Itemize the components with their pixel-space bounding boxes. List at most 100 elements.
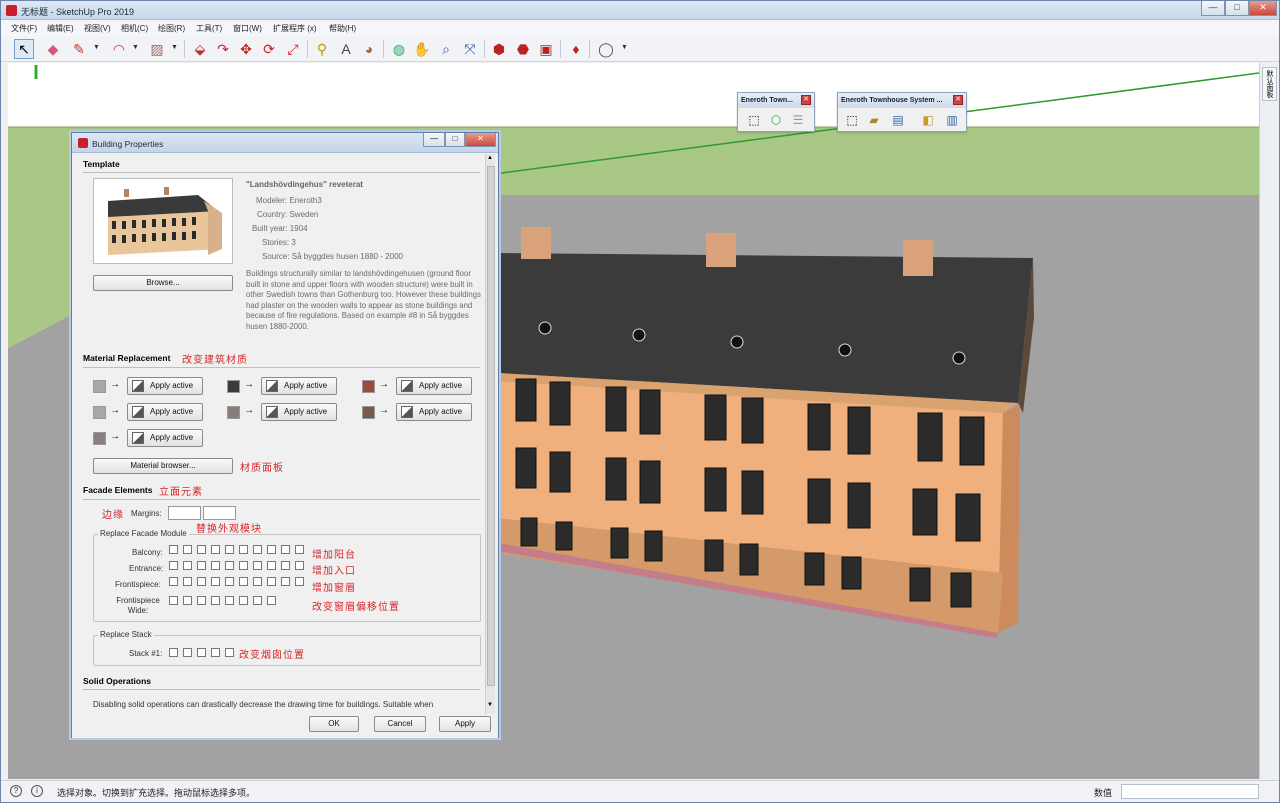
close-icon[interactable]: ✕ — [953, 95, 963, 105]
paint-bucket-icon[interactable]: ◕ — [359, 39, 379, 59]
facade-module-checkbox[interactable] — [197, 545, 206, 554]
facade-module-checkbox[interactable] — [183, 545, 192, 554]
facade-module-checkbox[interactable] — [239, 577, 248, 586]
measurements-input[interactable] — [1121, 784, 1259, 799]
green-cube-icon[interactable]: ⬡ — [768, 113, 784, 129]
facade-module-checkbox[interactable] — [281, 545, 290, 554]
menu-extensions[interactable]: 扩展程序 (x) — [273, 23, 317, 34]
stack-icon[interactable]: ◧ — [920, 113, 936, 129]
stack-checkbox[interactable] — [183, 648, 192, 657]
stack-checkbox[interactable] — [225, 648, 234, 657]
close-icon[interactable]: ✕ — [801, 95, 811, 105]
facade-module-checkbox[interactable] — [295, 577, 304, 586]
menu-draw[interactable]: 绘图(R) — [158, 23, 185, 34]
facade-module-checkbox[interactable] — [253, 545, 262, 554]
apply-active-button-6[interactable]: Apply active — [396, 403, 472, 421]
help-icon[interactable]: ? — [10, 785, 22, 797]
menu-help[interactable]: 帮助(H) — [329, 23, 356, 34]
facade-module-checkbox[interactable] — [197, 561, 206, 570]
facade-module-checkbox[interactable] — [267, 577, 276, 586]
apply-active-button-2[interactable]: Apply active — [261, 377, 337, 395]
arc-dropdown-icon[interactable]: ▼ — [132, 44, 139, 51]
extension-warehouse-icon[interactable]: ⬣ — [513, 39, 533, 59]
rectangle-dropdown-icon[interactable]: ▼ — [171, 44, 178, 51]
text-icon[interactable]: A — [336, 39, 356, 59]
facade-module-checkbox[interactable] — [239, 596, 248, 605]
panel-icon[interactable]: ▥ — [944, 113, 960, 129]
close-button[interactable]: ✕ — [1249, 1, 1277, 16]
facade-module-checkbox[interactable] — [267, 561, 276, 570]
dialog-scrollbar[interactable]: ▲ ▼ — [485, 154, 495, 714]
facade-module-checkbox[interactable] — [169, 577, 178, 586]
building-icon[interactable]: ⬚ — [746, 113, 762, 129]
info-icon[interactable]: i — [31, 785, 43, 797]
push-pull-icon[interactable]: ⬙ — [190, 39, 210, 59]
rotate-icon[interactable]: ⟳ — [259, 39, 279, 59]
facade-module-checkbox[interactable] — [239, 545, 248, 554]
facade-module-checkbox[interactable] — [267, 545, 276, 554]
apply-active-button-7[interactable]: Apply active — [127, 429, 203, 447]
menu-edit[interactable]: 编辑(E) — [47, 23, 74, 34]
building-icon[interactable]: ⬚ — [844, 113, 860, 129]
menu-tools[interactable]: 工具(T) — [196, 23, 222, 34]
zoom-icon[interactable]: ⌕ — [436, 39, 456, 59]
facade-module-checkbox[interactable] — [183, 561, 192, 570]
maximize-button[interactable]: □ — [1225, 1, 1249, 16]
eraser-icon[interactable]: ◆ — [43, 39, 63, 59]
rectangle-icon[interactable]: ▨ — [147, 39, 167, 59]
facade-module-checkbox[interactable] — [169, 545, 178, 554]
apply-active-button-4[interactable]: Apply active — [127, 403, 203, 421]
tape-measure-icon[interactable]: ⚲ — [312, 39, 332, 59]
facade-module-checkbox[interactable] — [281, 561, 290, 570]
account-dropdown-icon[interactable]: ▼ — [621, 44, 628, 51]
facade-module-checkbox[interactable] — [225, 577, 234, 586]
pencil-dropdown-icon[interactable]: ▼ — [93, 44, 100, 51]
ok-button[interactable]: OK — [309, 716, 359, 732]
facade-module-checkbox[interactable] — [253, 577, 262, 586]
move-icon[interactable]: ✥ — [236, 39, 256, 59]
facade-module-checkbox[interactable] — [169, 561, 178, 570]
layers-icon[interactable]: ☰ — [790, 113, 806, 129]
arc-icon[interactable]: ◠ — [109, 39, 129, 59]
warehouse-icon[interactable]: ⬢ — [489, 39, 509, 59]
margin-left-input[interactable] — [168, 506, 201, 520]
dialog-minimize-button[interactable]: — — [423, 133, 445, 147]
facade-module-checkbox[interactable] — [183, 577, 192, 586]
minimize-button[interactable]: — — [1201, 1, 1225, 16]
scale-icon[interactable]: ⤢ — [283, 39, 303, 59]
stack-checkbox[interactable] — [197, 648, 206, 657]
scroll-up-icon[interactable]: ▲ — [487, 155, 493, 161]
pan-icon[interactable]: ✋ — [412, 39, 432, 59]
facade-module-checkbox[interactable] — [169, 596, 178, 605]
select-icon[interactable]: ↖ — [14, 39, 34, 59]
facade-module-checkbox[interactable] — [211, 577, 220, 586]
facade-module-checkbox[interactable] — [295, 545, 304, 554]
facade-module-checkbox[interactable] — [211, 545, 220, 554]
menu-view[interactable]: 视图(V) — [84, 23, 111, 34]
facade-module-checkbox[interactable] — [225, 561, 234, 570]
margin-right-input[interactable] — [203, 506, 236, 520]
orbit-icon[interactable]: ◍ — [389, 39, 409, 59]
menu-camera[interactable]: 相机(C) — [121, 23, 148, 34]
facade-module-checkbox[interactable] — [267, 596, 276, 605]
folder-icon[interactable]: ▰ — [866, 113, 882, 129]
follow-me-icon[interactable]: ↷ — [213, 39, 233, 59]
browse-button[interactable]: Browse... — [93, 275, 233, 291]
facade-module-checkbox[interactable] — [197, 577, 206, 586]
layout-icon[interactable]: ▣ — [536, 39, 556, 59]
facade-module-checkbox[interactable] — [225, 596, 234, 605]
facade-module-checkbox[interactable] — [253, 561, 262, 570]
stack-checkbox[interactable] — [211, 648, 220, 657]
scroll-down-icon[interactable]: ▼ — [487, 702, 493, 708]
apply-active-button-3[interactable]: Apply active — [396, 377, 472, 395]
pencil-icon[interactable]: ✎ — [69, 39, 89, 59]
material-browser-button[interactable]: Material browser... — [93, 458, 233, 474]
scroll-thumb[interactable] — [487, 166, 495, 686]
menu-file[interactable]: 文件(F) — [11, 23, 37, 34]
dialog-maximize-button[interactable]: □ — [445, 133, 465, 147]
dialog-close-button[interactable]: ✕ — [465, 133, 496, 147]
facade-module-checkbox[interactable] — [211, 596, 220, 605]
apply-button[interactable]: Apply — [439, 716, 491, 732]
properties-icon[interactable]: ▤ — [890, 113, 906, 129]
account-icon[interactable]: ◯ — [596, 39, 616, 59]
